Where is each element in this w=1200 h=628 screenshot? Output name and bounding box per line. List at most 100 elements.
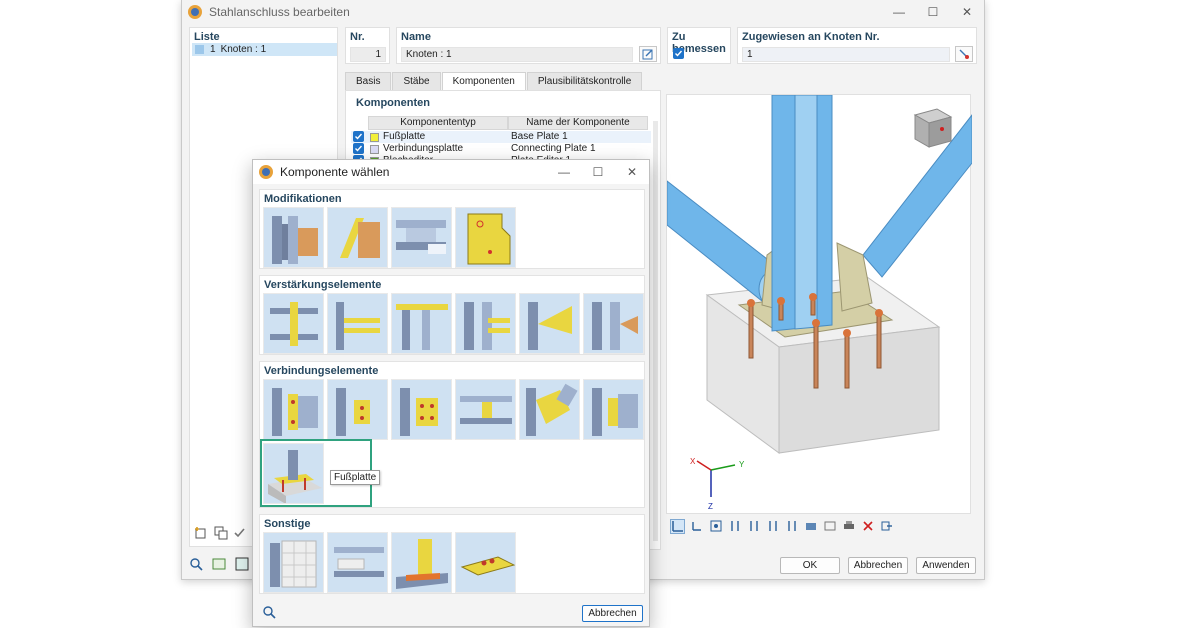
component-thumb-connection-3[interactable] [391,379,452,440]
name-group: Name Knoten : 1 [396,27,661,64]
component-thumb-stiffener-2[interactable] [327,293,388,354]
component-thumb-modification-1[interactable] [263,207,324,268]
nr-field[interactable]: 1 [350,47,386,62]
component-thumb-modification-3[interactable] [391,207,452,268]
component-thumb-connection-2[interactable] [327,379,388,440]
component-thumb-connection-1[interactable] [263,379,324,440]
name-field[interactable]: Knoten : 1 [401,47,633,62]
copy-item-icon[interactable] [213,525,228,540]
component-thumb-other-2[interactable] [327,532,388,593]
main-window-title: Stahlanschluss bearbeiten [209,5,350,19]
component-thumb-stiffener-5[interactable] [519,293,580,354]
zugewiesen-field[interactable]: 1 [742,47,950,62]
ok-button[interactable]: OK [780,557,840,574]
display-options-icon[interactable] [822,519,837,534]
name-label: Name [401,31,431,43]
component-thumb-other-3[interactable] [391,532,452,593]
units-icon[interactable] [211,556,226,571]
list-item[interactable]: 1 Knoten : 1 [192,43,337,56]
view-z-icon[interactable] [765,519,780,534]
component-thumb-other-1[interactable] [263,532,324,593]
tab-komponenten[interactable]: Komponenten [441,72,526,90]
cancel-button[interactable]: Abbrechen [848,557,908,574]
color-icon[interactable] [234,556,250,571]
check-item-icon[interactable] [233,525,248,540]
tab-basis[interactable]: Basis [345,72,392,90]
maximize-icon[interactable]: ☐ [916,0,950,24]
table-scrollbar[interactable] [653,121,658,541]
section-verbindungselemente: Verbindungselemente Fußplatte [259,361,645,508]
minimize-icon[interactable]: — [882,0,916,24]
component-thumb-connection-6[interactable] [583,379,644,440]
export-icon[interactable] [879,519,894,534]
view-cube-icon[interactable] [909,103,957,151]
render-mode-icon[interactable] [803,519,818,534]
edit-name-button[interactable] [639,46,657,62]
view-y-icon[interactable] [746,519,761,534]
app-icon [188,5,202,19]
row-color-swatch [370,145,379,154]
component-thumb-connection-4[interactable] [455,379,516,440]
component-thumb-modification-2[interactable] [327,207,388,268]
view-iso-icon[interactable] [784,519,799,534]
zugewiesen-group: Zugewiesen an Knoten Nr. 1 [737,27,977,64]
row-color-swatch [370,133,379,142]
row-checkbox[interactable] [353,143,364,154]
row-type: Verbindungsplatte [383,143,464,154]
axis-triad [696,460,736,497]
apply-button[interactable]: Anwenden [916,557,976,574]
nr-label: Nr. [350,31,365,43]
section-label: Verbindungselemente [264,365,379,377]
tab-bar: Basis Stäbe Komponenten Plausibilitätsko… [345,72,643,90]
row-name: Connecting Plate 1 [511,143,596,154]
section-label: Sonstige [264,518,311,530]
3d-view[interactable]: X Y Z [666,94,973,514]
print-icon[interactable] [841,519,856,534]
component-thumb-stiffener-6[interactable] [583,293,644,354]
section-label: Verstärkungselemente [264,279,382,291]
dialog-help-icon[interactable] [261,604,276,619]
axes-dropdown-icon[interactable] [689,519,704,534]
reset-view-icon[interactable] [860,519,875,534]
komponente-waehlen-dialog: Komponente wählen — ☐ ✕ Modifikationen V… [252,159,650,627]
component-thumb-modification-4[interactable] [455,207,516,268]
view-mode-icon[interactable] [670,518,685,534]
new-item-icon[interactable] [193,525,208,540]
table-row[interactable]: Verbindungsplatte Connecting Plate 1 [351,143,651,155]
table-row[interactable]: Fußplatte Base Plate 1 [351,131,651,143]
component-thumb-stiffener-1[interactable] [263,293,324,354]
section-sonstige: Sonstige [259,514,645,594]
zu-bemessen-group: Zu bemessen [667,27,731,64]
pick-node-button[interactable] [955,46,973,62]
edit-icon [642,49,653,60]
zoom-all-icon[interactable] [708,519,723,534]
dialog-titlebar: Komponente wählen — ☐ ✕ [253,160,649,184]
component-thumb-other-4[interactable] [455,532,516,593]
dialog-cancel-button[interactable]: Abbrechen [582,605,643,622]
dialog-app-icon [259,165,273,179]
axis-z-label: Z [708,502,713,511]
tab-staebe[interactable]: Stäbe [392,72,441,90]
main-titlebar: Stahlanschluss bearbeiten — ☐ ✕ [182,0,984,24]
pick-node-icon [959,49,969,59]
component-thumb-stiffener-4[interactable] [455,293,516,354]
col-header-name: Name der Komponente [508,116,648,130]
dialog-close-icon[interactable]: ✕ [615,160,649,184]
dialog-maximize-icon[interactable]: ☐ [581,160,615,184]
help-icon[interactable] [188,556,203,571]
component-thumb-base-plate[interactable] [263,443,324,504]
list-item-label: Knoten : 1 [220,44,267,55]
zu-bemessen-checkbox[interactable] [673,48,684,59]
component-thumb-stiffener-3[interactable] [391,293,452,354]
dialog-title: Komponente wählen [280,165,390,179]
axis-y-label: Y [739,460,745,469]
view-x-icon[interactable] [727,519,742,534]
close-icon[interactable]: ✕ [950,0,984,24]
komponenten-label: Komponenten [356,97,430,109]
row-checkbox[interactable] [353,131,364,142]
list-item-marker [195,45,204,54]
component-thumb-connection-5[interactable] [519,379,580,440]
tab-plausibilitaetskontrolle[interactable]: Plausibilitätskontrolle [526,72,643,90]
section-label: Modifikationen [264,193,342,205]
dialog-minimize-icon[interactable]: — [547,160,581,184]
